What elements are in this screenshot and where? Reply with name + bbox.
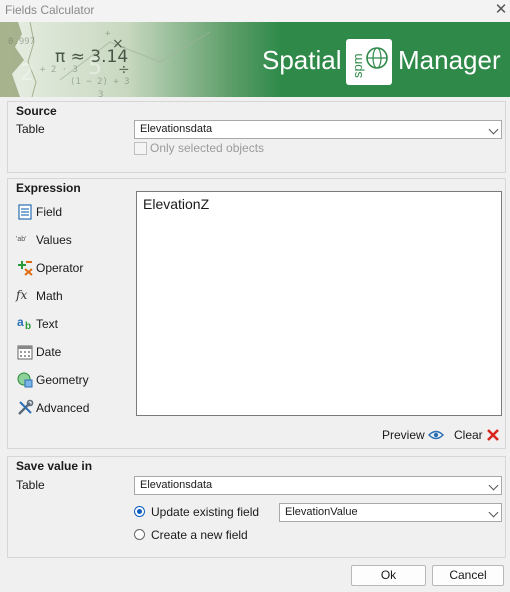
header-banner: 0.997 + 2 · 3 (1 − 2) + 3 + − 3 π ≈ 3.14… xyxy=(0,22,510,97)
existing-field-select[interactable]: ElevationValue xyxy=(279,503,502,522)
geometry-icon xyxy=(17,372,33,388)
chevron-down-icon xyxy=(488,507,499,518)
svg-text:×: × xyxy=(112,36,124,52)
save-group: Save value in Table Elevationsdata Updat… xyxy=(7,456,506,558)
ok-button[interactable]: Ok xyxy=(351,565,426,586)
clear-label: Clear xyxy=(454,428,483,442)
operator-icon xyxy=(18,261,33,276)
save-table-select[interactable]: Elevationsdata xyxy=(134,476,502,495)
svg-text:5: 5 xyxy=(88,55,102,80)
brand-manager-text: Manager xyxy=(398,45,501,75)
close-icon[interactable]: ✕ xyxy=(493,1,509,19)
chevron-down-icon xyxy=(488,480,499,491)
eye-icon xyxy=(428,430,444,440)
update-existing-label: Update existing field xyxy=(151,505,260,519)
source-table-value: Elevationsdata xyxy=(140,123,213,135)
svg-text:3: 3 xyxy=(98,90,103,97)
expression-group: Expression Field 'ab' Values Operator fx… xyxy=(7,178,506,449)
math-icon: fx xyxy=(16,288,28,302)
source-table-label: Table xyxy=(16,122,45,136)
field-icon xyxy=(18,204,32,220)
existing-field-value: ElevationValue xyxy=(285,506,358,518)
tool-values-label: Values xyxy=(36,233,72,247)
cancel-button[interactable]: Cancel xyxy=(432,565,504,586)
source-title: Source xyxy=(16,104,57,118)
chevron-down-icon xyxy=(488,124,499,135)
tool-operator-label: Operator xyxy=(36,261,84,275)
save-table-value: Elevationsdata xyxy=(140,479,213,491)
text-icon-b: b xyxy=(25,321,32,332)
clear-x-icon xyxy=(487,429,499,441)
svg-text:+: + xyxy=(105,29,111,39)
svg-text:2: 2 xyxy=(20,61,34,86)
expression-text: ElevationZ xyxy=(143,196,210,212)
text-icon: a b xyxy=(16,315,34,333)
save-table-label: Table xyxy=(16,478,45,492)
source-group: Source Table Elevationsdata Only selecte… xyxy=(7,101,506,173)
only-selected-label: Only selected objects xyxy=(150,141,265,155)
svg-text:0.997: 0.997 xyxy=(8,37,35,47)
source-table-select[interactable]: Elevationsdata xyxy=(134,120,502,139)
window-title: Fields Calculator xyxy=(5,3,95,17)
title-bar: Fields Calculator ✕ xyxy=(0,0,510,22)
preview-label: Preview xyxy=(382,428,425,442)
tool-math-label: Math xyxy=(36,289,63,303)
tool-text-label: Text xyxy=(36,317,59,331)
create-new-label: Create a new field xyxy=(151,528,248,542)
tool-geometry-label: Geometry xyxy=(36,373,89,387)
radio-dot-selected xyxy=(134,506,145,517)
save-title: Save value in xyxy=(16,459,93,473)
date-icon xyxy=(17,345,33,360)
svg-text:÷: ÷ xyxy=(118,62,130,78)
tool-advanced-label: Advanced xyxy=(36,401,90,415)
tool-date-label: Date xyxy=(36,345,62,359)
radio-dot xyxy=(134,529,145,540)
expression-title: Expression xyxy=(16,181,81,195)
banner-graphic: 0.997 + 2 · 3 (1 − 2) + 3 + − 3 π ≈ 3.14… xyxy=(0,22,510,97)
values-icon: 'ab' xyxy=(16,236,27,243)
expression-editor[interactable]: ElevationZ xyxy=(136,191,502,416)
text-icon-a: a xyxy=(17,315,24,329)
checkbox-box xyxy=(134,142,147,155)
advanced-icon xyxy=(18,399,34,415)
tool-field-label: Field xyxy=(36,205,63,219)
brand-spatial-text: Spatial xyxy=(262,45,342,75)
brand-logo-text: spm xyxy=(350,53,365,78)
